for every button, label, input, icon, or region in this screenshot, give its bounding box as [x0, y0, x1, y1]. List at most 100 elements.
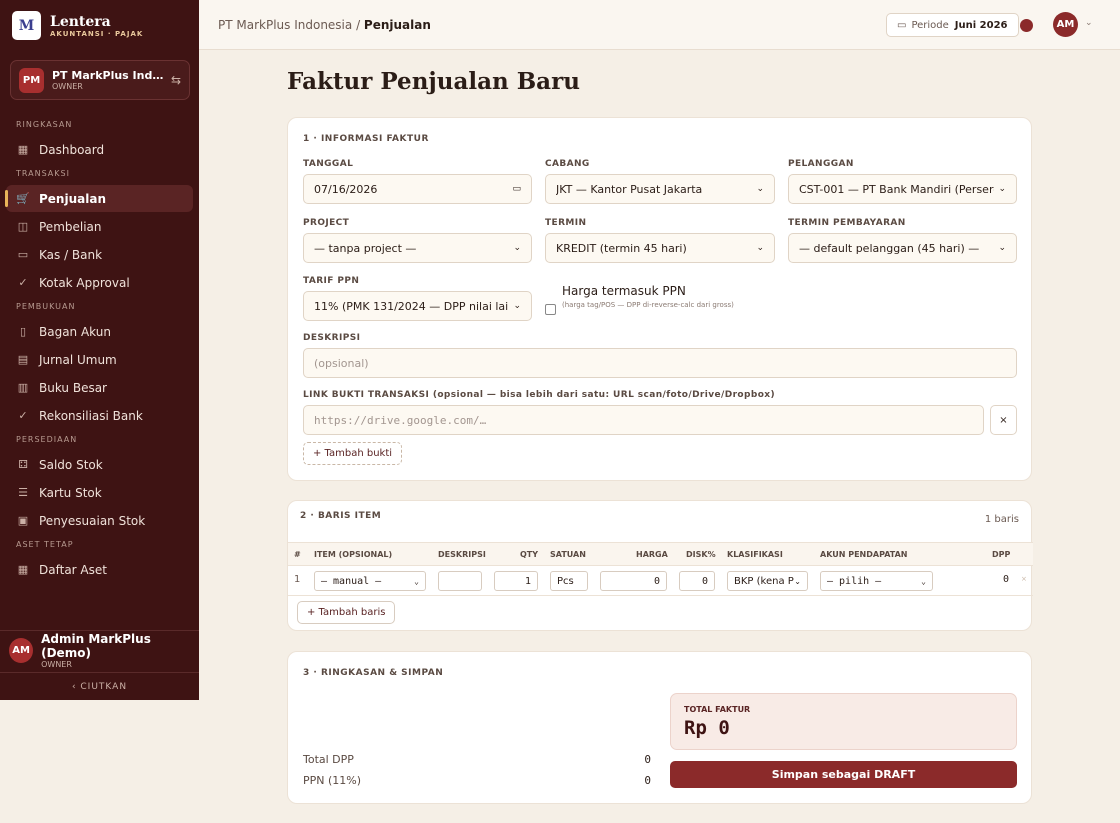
chevron-down-icon: ⌄ [513, 301, 521, 311]
sidebar-item-kotak-approval[interactable]: ✓ Kotak Approval [6, 269, 193, 296]
termin-pembayaran-select[interactable]: — default pelanggan (45 hari) — ⌄ [788, 233, 1017, 263]
collapse-sidebar-button[interactable]: ‹ CIUTKAN [0, 672, 199, 700]
total-faktur-box: TOTAL FAKTUR Rp 0 [670, 693, 1017, 750]
sidebar-item-jurnal-umum[interactable]: ▤ Jurnal Umum [6, 346, 193, 373]
nav-section-transaksi: TRANSAKSI [16, 169, 70, 178]
dashboard-icon: ▦ [17, 143, 29, 156]
sidebar-item-buku-besar[interactable]: ▥ Buku Besar [6, 374, 193, 401]
save-draft-button[interactable]: Simpan sebagai DRAFT [670, 761, 1017, 788]
top-user-avatar[interactable]: AM [1053, 12, 1078, 37]
check-icon: ✓ [18, 276, 28, 289]
card-informasi-faktur: 1 · INFORMASI FAKTUR TANGGAL 07/16/2026 ▭… [287, 117, 1032, 481]
boxes-icon: ⚃ [18, 458, 28, 471]
close-icon: × [999, 414, 1008, 426]
topbar: PT MarkPlus Indonesia / Penjualan ▭ Peri… [199, 0, 1120, 50]
harga-termasuk-ppn-checkbox[interactable] [545, 304, 556, 315]
row-disk-input[interactable]: 0 [679, 571, 715, 591]
chevron-down-icon: ⌄ [756, 243, 764, 253]
sidebar-nav: RINGKASAN ▦ Dashboard TRANSAKSI 🛒 Penjuala… [0, 115, 199, 584]
tarif-ppn-select[interactable]: 11% (PMK 131/2024 — DPP nilai lain) ⌄ [303, 291, 532, 321]
deskripsi-input[interactable]: (opsional) [303, 348, 1017, 378]
nav-section-ringkasan: RINGKASAN [16, 120, 73, 129]
harga-termasuk-ppn-label: Harga termasuk PPN [562, 284, 686, 298]
card-baris-item: 2 · BARIS ITEM 1 baris # ITEM (OPSIONAL)… [287, 500, 1033, 631]
sidebar-item-label: Kartu Stok [39, 485, 102, 500]
company-switcher[interactable]: PM PT MarkPlus Indonesia OWNER ⇆ [10, 60, 190, 100]
col-klasifikasi: KLASIFIKASI [727, 550, 783, 559]
sidebar: M Lentera AKUNTANSI · PAJAK PM PT MarkPl… [0, 0, 199, 700]
remove-link-button[interactable]: × [990, 405, 1017, 435]
sidebar-item-kas-bank[interactable]: ▭ Kas / Bank [6, 241, 193, 268]
sidebar-item-label: Daftar Aset [39, 562, 107, 577]
brand-subtitle: AKUNTANSI · PAJAK [50, 29, 144, 38]
row-satuan-input[interactable]: Pcs [550, 571, 588, 591]
termin-label: TERMIN [545, 218, 587, 228]
brand[interactable]: M Lentera AKUNTANSI · PAJAK [12, 11, 143, 40]
nav-section-pembukuan: PEMBUKUAN [16, 302, 76, 311]
sidebar-item-label: Jurnal Umum [39, 352, 117, 367]
user-profile[interactable]: AM Admin MarkPlus (Demo) OWNER [0, 630, 199, 670]
sidebar-item-rekonsiliasi-bank[interactable]: ✓ Rekonsiliasi Bank [6, 402, 193, 429]
row-harga-input[interactable]: 0 [600, 571, 667, 591]
row-deskripsi-input[interactable] [438, 571, 482, 591]
calendar-icon: ▭ [512, 184, 521, 194]
user-avatar: AM [9, 638, 34, 663]
section-title: 2 · BARIS ITEM [300, 511, 382, 521]
item-select[interactable]: — manual — ⌄ [314, 571, 426, 591]
link-bukti-input[interactable]: https://drive.google.com/… [303, 405, 984, 435]
tambah-bukti-button[interactable]: + Tambah bukti [303, 442, 403, 465]
sidebar-item-dashboard[interactable]: ▦ Dashboard [6, 136, 193, 163]
breadcrumb-separator: / [352, 18, 364, 32]
project-select[interactable]: — tanpa project — ⌄ [303, 233, 532, 263]
tambah-baris-button[interactable]: + Tambah baris [297, 601, 396, 624]
total-dpp-label: Total DPP [303, 753, 354, 766]
col-disk: DISK% [686, 550, 716, 559]
building-icon: ▦ [17, 563, 29, 576]
col-satuan: SATUAN [550, 550, 586, 559]
ledger-icon: ▥ [17, 381, 29, 394]
link-bukti-label: LINK BUKTI TRANSAKSI (opsional — bisa le… [303, 390, 775, 400]
deskripsi-label: DESKRIPSI [303, 333, 361, 343]
chevron-down-icon[interactable]: ⌄ [1085, 18, 1093, 28]
sidebar-item-label: Dashboard [39, 142, 105, 157]
brand-name: Lentera [50, 13, 111, 30]
chevron-down-icon: ⌄ [998, 184, 1006, 194]
termin-pembayaran-label: TERMIN PEMBAYARAN [788, 218, 906, 228]
list-icon: ☰ [18, 486, 28, 499]
sidebar-item-pembelian[interactable]: ◫ Pembelian [6, 213, 193, 240]
col-no: # [294, 550, 301, 559]
sidebar-item-saldo-stok[interactable]: ⚃ Saldo Stok [6, 451, 193, 478]
sidebar-item-penjualan[interactable]: 🛒 Penjualan [5, 185, 193, 212]
col-deskripsi: DESKRIPSI [438, 550, 486, 559]
chevron-down-icon: ⌄ [513, 243, 521, 253]
sidebar-item-daftar-aset[interactable]: ▦ Daftar Aset [6, 556, 193, 583]
row-dpp-value: 0 [1002, 574, 1009, 585]
sidebar-item-kartu-stok[interactable]: ☰ Kartu Stok [6, 479, 193, 506]
chevron-down-icon: ⌄ [794, 576, 801, 586]
breadcrumb: PT MarkPlus Indonesia / Penjualan [218, 18, 431, 32]
periode-selector[interactable]: ▭ Periode Juni 2026 [886, 13, 1019, 37]
project-label: PROJECT [303, 218, 350, 228]
row-klasifikasi-select[interactable]: BKP (kena PPN)⌄ [727, 571, 808, 591]
sidebar-item-label: Saldo Stok [39, 457, 103, 472]
sidebar-item-penyesuaian-stok[interactable]: ▣ Penyesuaian Stok [6, 507, 193, 534]
cabang-select[interactable]: JKT — Kantor Pusat Jakarta ⌄ [545, 174, 775, 204]
sidebar-item-label: Buku Besar [39, 380, 107, 395]
remove-row-icon[interactable]: × [1021, 575, 1027, 583]
cart-icon: 🛒 [16, 192, 30, 205]
tanggal-input[interactable]: 07/16/2026 ▭ [303, 174, 532, 204]
row-number: 1 [294, 574, 301, 585]
row-akun-select[interactable]: — pilih — ⌄ [820, 571, 933, 591]
sidebar-item-bagan-akun[interactable]: ▯ Bagan Akun [6, 318, 193, 345]
breadcrumb-parent[interactable]: PT MarkPlus Indonesia [218, 18, 352, 32]
bag-icon: ◫ [17, 220, 29, 233]
termin-select[interactable]: KREDIT (termin 45 hari) ⌄ [545, 233, 775, 263]
ppn-value: 0 [644, 774, 651, 787]
company-role: OWNER [52, 82, 83, 91]
section-title: 1 · INFORMASI FAKTUR [303, 134, 429, 144]
company-avatar: PM [19, 67, 44, 93]
pelanggan-select[interactable]: CST-001 — PT Bank Mandiri (Persero) Tbk⌄ [788, 174, 1017, 204]
sidebar-item-label: Kotak Approval [39, 275, 130, 290]
company-name: PT MarkPlus Indonesia [52, 69, 165, 82]
row-qty-input[interactable]: 1 [494, 571, 538, 591]
